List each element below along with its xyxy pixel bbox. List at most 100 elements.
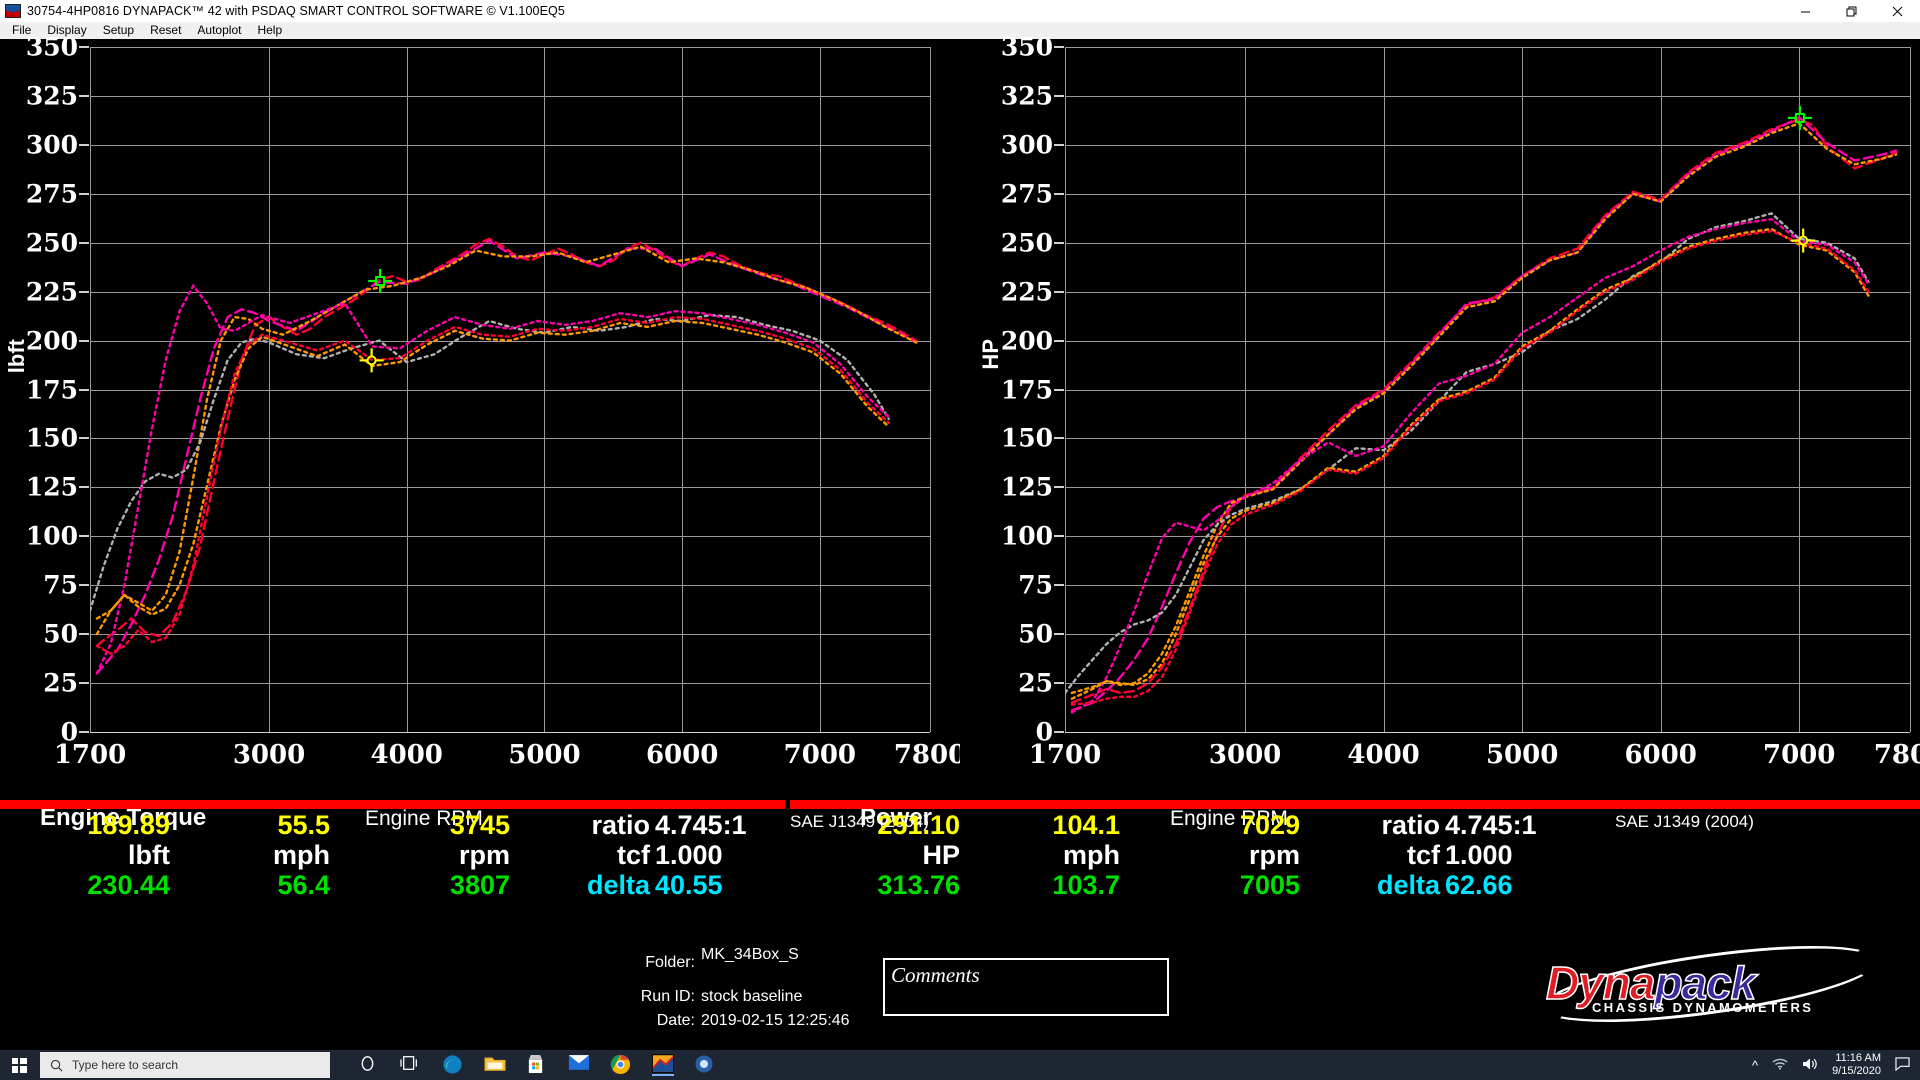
clock-date: 9/15/2020 <box>1832 1065 1881 1077</box>
mail-icon[interactable] <box>568 1054 590 1076</box>
y-axis-tick-label: 200 <box>1000 326 1053 356</box>
y-axis-tick-label: 250 <box>25 228 78 258</box>
power-delta-label: delta <box>1376 870 1440 900</box>
window-controls <box>1782 0 1920 22</box>
menu-setup[interactable]: Setup <box>95 22 142 39</box>
y-axis-tick-label: 50 <box>43 619 78 649</box>
x-axis-tick-label: 7800 <box>893 740 967 770</box>
search-input[interactable]: Type here to search <box>40 1052 330 1078</box>
y-axis-tick-mark <box>79 486 89 489</box>
x-axis-tick-label: 4000 <box>1347 740 1420 770</box>
active-app-underline <box>652 1074 674 1076</box>
cortana-icon[interactable] <box>358 1054 380 1076</box>
date-label: Date: <box>656 1012 695 1029</box>
y-axis-tick-mark <box>1054 731 1064 733</box>
gridline-horizontal <box>1065 732 1910 733</box>
dynapack-app-icon[interactable] <box>652 1054 674 1076</box>
torque-separator-bar <box>0 800 785 809</box>
edge-icon[interactable] <box>442 1054 464 1076</box>
y-axis-tick-label: 175 <box>25 375 78 404</box>
torque-unit-rpm: rpm <box>458 840 510 870</box>
y-axis-tick-mark <box>79 339 89 342</box>
y-axis-tick-label: 325 <box>25 81 78 111</box>
power-plot-area[interactable]: 0 25 50 75 100 125 150 175 200 225 250 275 300 325 350… <box>1001 33 1920 782</box>
windows-taskbar: Type here to search ^ 11:16 AM 9/15/2020 <box>0 1050 1920 1080</box>
x-axis-tick-label: 1700 <box>1028 740 1102 770</box>
system-tray: ^ 11:16 AM 9/15/2020 <box>1752 1050 1920 1080</box>
y-axis-tick-label: 125 <box>1000 472 1053 502</box>
minimize-icon[interactable] <box>1782 0 1828 22</box>
power-ratio-value: 4.745:1 <box>1445 810 1537 840</box>
torque-yellow-mph: 55.5 <box>277 810 330 840</box>
secondary-app-icon[interactable] <box>694 1054 716 1076</box>
y-axis-tick-mark <box>79 535 89 538</box>
task-view-icon[interactable] <box>400 1054 422 1076</box>
y-axis-tick-label: 200 <box>25 326 78 356</box>
y-axis-tick-label: 250 <box>1000 228 1053 258</box>
torque-unit-mph: mph <box>273 840 330 870</box>
torque-green-value: 230.44 <box>87 870 170 900</box>
comments-label: Comments <box>891 963 980 987</box>
y-axis-tick-mark <box>1054 633 1064 636</box>
show-hidden-icons[interactable]: ^ <box>1752 1058 1758 1073</box>
y-axis-tick-mark <box>1054 682 1064 685</box>
power-chart-panel: HP 0 25 50 75 100 125 150 175 200 225 250 275 300 325… <box>860 33 1920 831</box>
power-yellow-value: 251.10 <box>877 810 960 840</box>
power-tcf-value: 1.000 <box>1445 840 1513 870</box>
y-axis-tick-label: 300 <box>1000 130 1053 160</box>
torque-unit-value: lbft <box>128 840 170 870</box>
trace-run-red-upper <box>95 237 918 648</box>
close-icon[interactable] <box>1874 0 1920 22</box>
logo-subtitle: CHASSIS DYNAMOMETERS <box>1592 1000 1814 1015</box>
y-axis-tick-mark <box>1054 143 1064 146</box>
microsoft-store-icon[interactable] <box>526 1054 548 1076</box>
trace-run-magenta-upper <box>1070 116 1898 712</box>
windows-start-icon[interactable] <box>0 1050 38 1080</box>
power-unit-value: HP <box>922 840 960 870</box>
y-axis-tick-label: 75 <box>1018 570 1053 600</box>
y-axis-tick-mark <box>79 192 89 195</box>
runid-value: stock baseline <box>701 988 803 1005</box>
x-axis-tick-label: 4000 <box>370 740 443 770</box>
restore-icon[interactable] <box>1828 0 1874 22</box>
y-axis-tick-mark <box>79 682 89 685</box>
y-axis-tick-mark <box>1054 437 1064 440</box>
menu-help[interactable]: Help <box>249 22 290 39</box>
chrome-icon[interactable] <box>610 1054 632 1076</box>
taskbar-clock[interactable]: 11:16 AM 9/15/2020 <box>1832 1052 1881 1078</box>
gridline-vertical <box>1910 47 1911 732</box>
y-axis-tick-mark <box>79 241 89 244</box>
power-yellow-mph: 104.1 <box>1052 810 1120 840</box>
y-axis-tick-mark <box>79 388 89 391</box>
x-axis-tick-label: 5000 <box>1485 740 1559 770</box>
y-axis-tick-mark <box>1054 94 1064 97</box>
y-axis-tick-mark <box>1054 584 1064 587</box>
power-delta-value: 62.66 <box>1445 870 1513 900</box>
power-yellow-rpm: 7029 <box>1239 810 1300 840</box>
trace-run-red-upper <box>1070 118 1898 704</box>
torque-yellow-value: 189.89 <box>87 810 170 840</box>
y-axis-tick-label: 75 <box>43 570 78 600</box>
file-explorer-icon[interactable] <box>484 1054 506 1076</box>
torque-plot-area[interactable]: 0 25 50 75 100 125 150 175 200 225 250 275 300 325 350… <box>26 33 966 782</box>
y-axis-tick-mark <box>79 46 89 48</box>
y-axis-tick-label: 125 <box>25 472 78 502</box>
torque-ratio-label: ratio <box>591 810 650 840</box>
y-axis-tick-mark <box>1054 46 1064 48</box>
menu-autoplot[interactable]: Autoplot <box>189 22 249 39</box>
gridline-horizontal <box>90 732 930 733</box>
trace-run-orange-lower <box>95 319 890 636</box>
y-axis-tick-label: 150 <box>25 423 78 453</box>
y-axis-tick-label: 300 <box>25 130 78 160</box>
torque-green-mph: 56.4 <box>277 870 330 900</box>
wifi-icon[interactable] <box>1772 1057 1788 1073</box>
action-center-icon[interactable] <box>1895 1056 1910 1074</box>
gridline-vertical <box>930 47 931 732</box>
menu-reset[interactable]: Reset <box>142 22 189 39</box>
y-axis-tick-label: 350 <box>25 32 78 62</box>
volume-icon[interactable] <box>1802 1057 1818 1074</box>
comments-box[interactable]: Comments <box>883 958 1169 1016</box>
clock-time: 11:16 AM <box>1835 1052 1881 1064</box>
folder-value: MK_34Box_S <box>701 946 799 963</box>
y-axis-tick-label: 150 <box>1000 423 1053 453</box>
